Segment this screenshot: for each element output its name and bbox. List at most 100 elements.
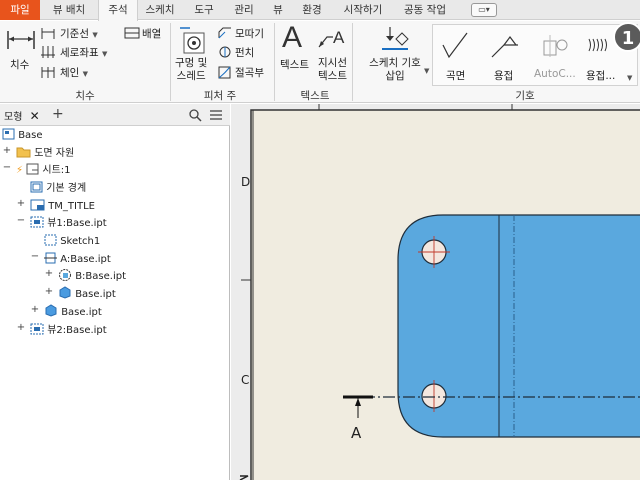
expand-icon[interactable]: + [2,145,12,156]
arrange-button[interactable]: 배열 [142,26,161,41]
tab-sketch[interactable]: 스케치 [140,0,180,20]
autocenter-button[interactable]: AutoC... [534,68,576,80]
add-tab-button[interactable]: + [52,106,64,122]
weld-button[interactable]: 용접 [494,68,513,83]
step-badge: 1 [613,22,640,52]
panel-divider [352,23,353,101]
bend-button[interactable]: 절곡부 [235,65,264,80]
tree-item-part-base-ipt[interactable]: Base.ipt [58,286,116,303]
tab-tools[interactable]: 도구 [186,0,222,20]
active-sheet-icon: ⚡ [16,165,24,176]
graphics-window[interactable]: D C A [231,104,640,480]
punch-button[interactable]: 펀치 [235,45,254,60]
tab-get-started[interactable]: 시작하기 [334,0,392,20]
tab-manage[interactable]: 관리 [226,0,262,20]
tree-item-part-base-ipt-2[interactable]: Base.ipt [44,304,102,321]
ribbon-tab-bar: 파일 뷰 배치 주석 스케치 도구 관리 뷰 환경 시작하기 공동 작업 ▭▾ [0,0,640,21]
tree-item-label: B:Base.ipt [75,271,126,282]
chamfer-button[interactable]: 모따기 [235,26,264,41]
expand-icon[interactable]: + [30,304,40,315]
tree-item-label: 도면 자원 [34,148,75,159]
leader-text-button[interactable]: 지시선 텍스트 [318,57,347,83]
ordinate-icon [41,46,55,58]
leader-text-label-2: 텍스트 [318,70,347,82]
collapse-icon[interactable]: − [2,162,12,173]
zone-label-partial [239,475,249,480]
tree-item-label: TM_TITLE [48,201,95,212]
collapse-icon[interactable]: − [30,251,40,262]
dimension-icon[interactable] [6,27,36,53]
tab-collaborate[interactable]: 공동 작업 [396,0,454,20]
text-icon[interactable]: A [282,21,302,55]
sketch-symbol-icon[interactable] [380,25,410,53]
sketch-icon [44,234,57,246]
tree-item-label: 기본 경계 [46,183,87,194]
close-icon[interactable]: ✕ [30,109,40,123]
title-block-icon [30,199,45,211]
tab-place-views[interactable]: 뷰 배치 [44,0,94,20]
part-icon [59,286,71,299]
leader-text-icon[interactable]: A [317,25,347,53]
tree-item-label: A:Base.ipt [60,254,111,265]
tree-item-view2[interactable]: 뷰2:Base.ipt [30,322,107,339]
section-view-icon [44,252,57,264]
tab-file[interactable]: 파일 [0,0,40,20]
tree-item-label: 뷰2:Base.ipt [47,325,107,336]
tab-view[interactable]: 뷰 [266,0,290,20]
weld-bead-button[interactable]: 용접... [586,68,615,83]
ordinate-button[interactable]: 세로좌표 ▼ [60,45,107,60]
tree-item-section-view-a[interactable]: A:Base.ipt [44,251,111,268]
gallery-more-icon[interactable]: ▼ [627,74,632,82]
baseline-button[interactable]: 기준선 ▼ [60,26,98,41]
dimension-panel-title: 치수 [75,90,95,102]
chamfer-icon [218,27,231,39]
chevron-down-icon: ▼ [92,31,98,39]
border-icon [30,181,43,193]
surface-texture-button[interactable]: 곡면 [446,68,465,83]
tab-annotate[interactable]: 주석 [98,0,138,21]
insert-sketch-symbol-button[interactable]: 스케치 기호 삽입 [364,57,426,83]
feature-notes-panel-title: 피처 주 [203,90,237,102]
browser-header: 모형 ✕ + [0,104,230,126]
chevron-down-icon[interactable]: ▼ [424,67,429,75]
tree-item-default-border[interactable]: 기본 경계 [30,180,86,197]
sheet-icon [26,163,39,175]
punch-icon [219,46,231,58]
model-tab[interactable]: 모형 ✕ [4,108,40,123]
arrange-icon [124,27,140,39]
hole-thread-button[interactable]: 구멍 및 스레드 [175,57,207,83]
collapse-icon[interactable]: − [16,215,26,226]
baseline-icon [41,28,55,39]
search-icon[interactable] [189,109,202,122]
chain-label: 체인 [60,67,80,79]
tab-environments[interactable]: 환경 [294,0,330,20]
tree-item-base[interactable]: Base [2,127,43,144]
drawing-sheet [239,104,640,480]
expand-icon[interactable]: + [44,286,54,297]
tree-item-drawing-resources[interactable]: 도면 자원 [16,145,74,162]
quick-access-dropdown[interactable]: ▭▾ [471,3,497,17]
expand-icon[interactable]: + [44,268,54,279]
zone-label-d: D [241,175,251,189]
tree-item-detail-view-b[interactable]: B:Base.ipt [58,268,126,285]
text-button[interactable]: 텍스트 [280,57,309,72]
leader-text-label-1: 지시선 [318,57,347,69]
insert-sketch-symbol-label-1: 스케치 기호 [369,57,421,69]
dimension-button[interactable]: 치수 [10,57,29,72]
menu-icon[interactable] [209,109,223,121]
weld-caterpillar-icon [588,38,607,52]
tree-item-sheet1[interactable]: ⚡ 시트:1 [16,162,71,179]
expand-icon[interactable]: + [16,198,26,209]
tree-item-title-block[interactable]: TM_TITLE [30,198,95,215]
tree-item-view1[interactable]: 뷰1:Base.ipt [30,215,107,232]
baseline-label: 기준선 [60,28,89,40]
chain-button[interactable]: 체인 ▼ [60,65,88,80]
expand-icon[interactable]: + [16,322,26,333]
hole-thread-label-2: 스레드 [176,70,206,82]
tree-item-label: Base.ipt [61,307,102,318]
drawing-view-icon [30,216,44,228]
tree-item-label: 시트:1 [42,165,71,176]
ordinate-label: 세로좌표 [60,47,99,59]
tree-item-sketch1[interactable]: Sketch1 [44,233,100,250]
hole-thread-icon[interactable] [178,25,208,55]
